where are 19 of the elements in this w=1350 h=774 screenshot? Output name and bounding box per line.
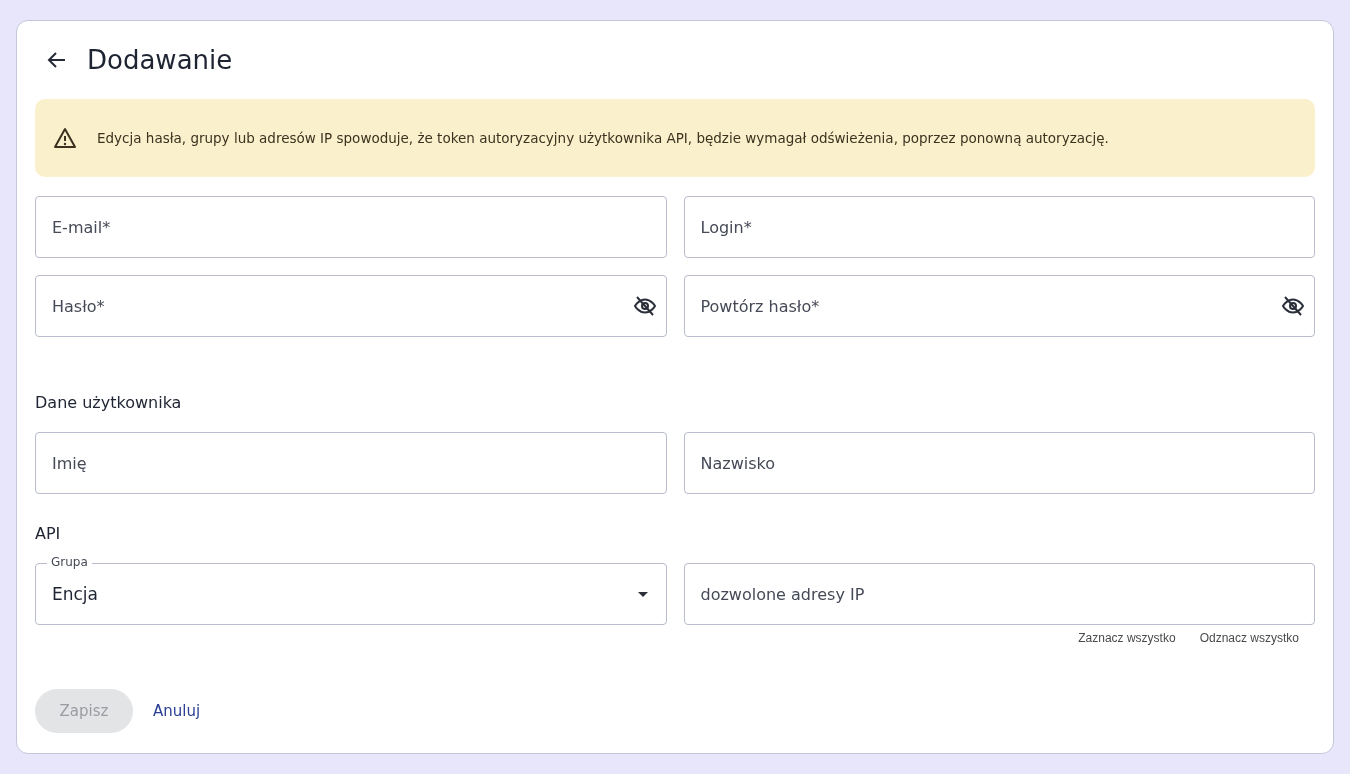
- cancel-button[interactable]: Anuluj: [145, 702, 209, 720]
- text-field[interactable]: Login*: [683, 196, 1315, 258]
- warning-icon: [53, 126, 77, 150]
- password-field[interactable]: Hasło*: [35, 275, 667, 337]
- select-link[interactable]: Odznacz wszystko: [1199, 631, 1299, 645]
- text-field[interactable]: Nazwisko: [683, 432, 1315, 494]
- ip-address-field[interactable]: dozwolone adresy IP: [683, 563, 1315, 625]
- field-label: Grupa: [47, 555, 92, 569]
- dropdown-caret-icon: [637, 591, 648, 597]
- select-link[interactable]: Zaznacz wszystko: [1078, 631, 1176, 645]
- text-field[interactable]: Imię: [35, 432, 667, 494]
- warning-text: Edycja hasła, grupy lub adresów IP spowoduje, że token autoryzacyjny użytkownika API, będzie wymagał odświeżenia, poprzez ponowną autoryzację.: [97, 130, 1109, 146]
- eye-off-icon[interactable]: [1281, 294, 1305, 318]
- section-title: Dane użytkownika: [35, 392, 183, 414]
- eye-off-icon[interactable]: [632, 294, 657, 318]
- password-field[interactable]: Powtórz hasło*: [683, 275, 1315, 337]
- select-value: Encja: [52, 584, 98, 604]
- text-field[interactable]: E-mail*: [35, 196, 667, 258]
- page-title: Dodawanie: [87, 45, 233, 75]
